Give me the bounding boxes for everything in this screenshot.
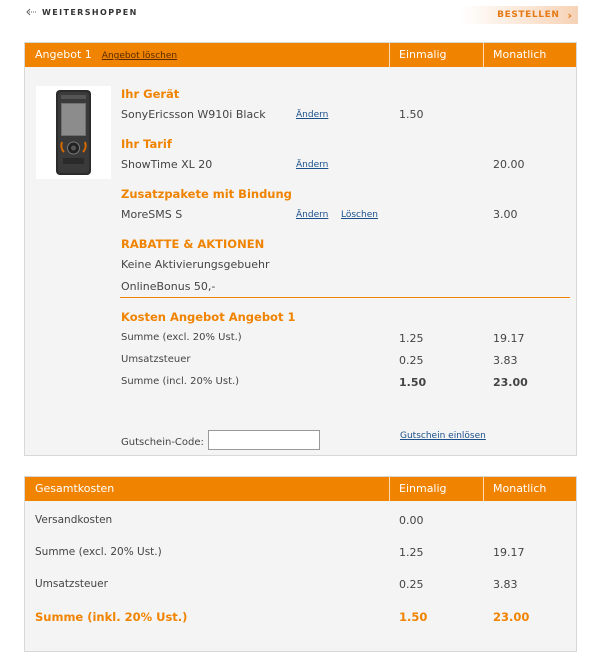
device-once-price: 1.50 — [399, 108, 424, 121]
discount-item: Keine Aktivierungsgebuehr — [121, 258, 270, 271]
offer-title: Angebot 1 — [35, 48, 92, 61]
cost-row-monthly: 19.17 — [493, 332, 525, 345]
bestellen-label: BESTELLEN — [497, 10, 560, 20]
header-divider — [389, 477, 390, 501]
total-title: Gesamtkosten — [35, 482, 115, 495]
header-divider — [483, 43, 484, 67]
device-heading: Ihr Gerät — [121, 87, 180, 101]
grand-total-label: Summe (inkl. 20% Ust.) — [35, 610, 188, 624]
weitershoppen-link[interactable]: WEITERSHOPPEN — [26, 6, 138, 18]
total-row-once: 0.00 — [399, 514, 424, 527]
cost-row-once: 1.50 — [399, 376, 427, 389]
back-arrow-icon — [26, 8, 37, 16]
cost-row-label: Umsatzsteuer — [121, 354, 191, 365]
cost-row-monthly: 3.83 — [493, 354, 518, 367]
bestellen-button[interactable]: BESTELLEN › — [460, 6, 578, 24]
total-row-label: Umsatzsteuer — [35, 578, 108, 590]
total-header: Gesamtkosten Einmalig Monatlich — [25, 477, 576, 501]
total-row-label: Summe (excl. 20% Ust.) — [35, 546, 162, 558]
tariff-change-link[interactable]: Ändern — [296, 160, 328, 170]
cost-row-once: 1.25 — [399, 332, 424, 345]
total-col-monatlich: Monatlich — [493, 482, 547, 495]
header-divider — [389, 43, 390, 67]
discount-item: OnlineBonus 50,- — [121, 280, 216, 293]
tariff-heading: Ihr Tarif — [121, 137, 172, 151]
col-einmalig-header: Einmalig — [399, 48, 447, 61]
total-row-monthly: 3.83 — [493, 578, 518, 591]
cost-row-label: Summe (excl. 20% Ust.) — [121, 332, 242, 343]
addon-change-link[interactable]: Ändern — [296, 210, 328, 220]
total-row-monthly: 19.17 — [493, 546, 525, 559]
addon-delete-link[interactable]: Löschen — [341, 210, 378, 220]
top-bar: WEITERSHOPPEN BESTELLEN › — [0, 0, 590, 36]
total-row-once: 1.25 — [399, 546, 424, 559]
discounts-heading: RABATTE & AKTIONEN — [121, 237, 265, 251]
addons-heading: Zusatzpakete mit Bindung — [121, 187, 292, 201]
cost-row-once: 0.25 — [399, 354, 424, 367]
grand-total-once: 1.50 — [399, 610, 428, 624]
device-image — [36, 86, 111, 179]
cost-row-label: Summe (incl. 20% Ust.) — [121, 376, 240, 387]
total-row-once: 0.25 — [399, 578, 424, 591]
costs-heading: Kosten Angebot Angebot 1 — [121, 310, 296, 324]
section-divider — [120, 297, 570, 298]
tariff-name: ShowTime XL 20 — [121, 158, 213, 171]
voucher-input[interactable] — [208, 430, 320, 450]
phone-icon — [56, 90, 91, 175]
voucher-redeem-link[interactable]: Gutschein einlösen — [400, 431, 486, 441]
cost-row-monthly: 23.00 — [493, 376, 528, 389]
offer-header: Angebot 1 Angebot löschen Einmalig Monatl… — [25, 43, 576, 67]
tariff-monthly-price: 20.00 — [493, 158, 525, 171]
total-row-label: Versandkosten — [35, 514, 113, 526]
device-name: SonyEricsson W910i Black — [121, 108, 266, 121]
total-col-einmalig: Einmalig — [399, 482, 447, 495]
header-divider — [483, 477, 484, 501]
voucher-label: Gutschein-Code: — [121, 437, 204, 448]
offer-panel: Angebot 1 Angebot löschen Einmalig Monatl… — [24, 42, 577, 456]
col-monatlich-header: Monatlich — [493, 48, 547, 61]
total-panel: Gesamtkosten Einmalig Monatlich Versandk… — [24, 476, 577, 652]
weitershoppen-label: WEITERSHOPPEN — [42, 7, 138, 17]
device-change-link[interactable]: Ändern — [296, 110, 328, 120]
grand-total-monthly: 23.00 — [493, 610, 530, 624]
delete-offer-link[interactable]: Angebot löschen — [102, 51, 177, 61]
chevron-right-icon: › — [567, 8, 572, 22]
offer-header-title-cell: Angebot 1 Angebot löschen — [35, 43, 177, 67]
addon-name: MoreSMS S — [121, 208, 183, 221]
addon-monthly-price: 3.00 — [493, 208, 518, 221]
